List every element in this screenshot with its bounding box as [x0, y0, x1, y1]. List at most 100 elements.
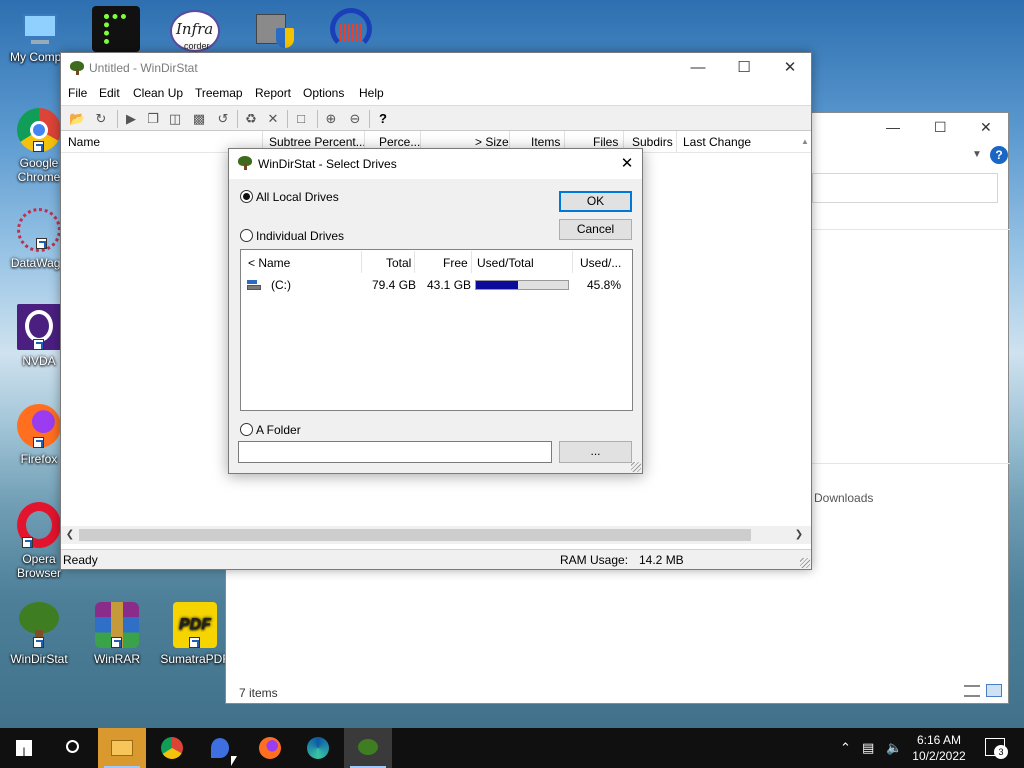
wds-titlebar[interactable]: Untitled - WinDirStat — ☐ ✕: [61, 53, 811, 83]
toolbar-separator: [117, 110, 118, 128]
start-button[interactable]: [0, 728, 48, 768]
explorer-search-box[interactable]: [812, 173, 998, 203]
menu-help[interactable]: Help: [359, 86, 384, 100]
windirstat-tree-icon: [358, 739, 378, 755]
col-last-change[interactable]: Last Change: [683, 135, 751, 149]
speaker-icon[interactable]: 🔈: [886, 740, 902, 756]
refresh-selected-icon[interactable]: ↺: [215, 111, 231, 127]
explorer-maximize-button[interactable]: ☐: [934, 119, 947, 136]
col-files[interactable]: Files: [593, 135, 618, 149]
taskbar-firefox[interactable]: [246, 728, 294, 768]
radio-individual-drives[interactable]: [240, 229, 253, 242]
wds-toolbar: 📂 ↻ ▶ ❐ ◫ ▩ ↺ ♻ ✕ □ ⊕ ⊖ ?: [61, 105, 811, 131]
large-icons-view-icon[interactable]: [986, 684, 1002, 697]
help-question-icon[interactable]: ?: [375, 111, 391, 127]
delete-icon[interactable]: ✕: [265, 111, 281, 127]
col-size[interactable]: > Size: [475, 135, 509, 149]
chevron-down-icon[interactable]: ▼: [972, 149, 982, 160]
scroll-thumb[interactable]: [79, 529, 751, 541]
network-icon[interactable]: ▤: [862, 740, 874, 756]
toolbar-separator: [369, 110, 370, 128]
menu-report[interactable]: Report: [255, 86, 291, 100]
label-all-local-drives[interactable]: All Local Drives: [256, 190, 339, 204]
scroll-left-icon[interactable]: ❮: [62, 527, 78, 543]
help-icon[interactable]: ?: [990, 146, 1008, 164]
desktop-icon-installer[interactable]: [252, 6, 298, 52]
select-drives-dialog[interactable]: WinDirStat - Select Drives ✕ All Local D…: [228, 148, 643, 474]
hard-drive-icon: [247, 280, 261, 290]
desktop-icon-winrar[interactable]: WinRAR: [78, 602, 156, 666]
chrome-icon: [161, 737, 183, 759]
scroll-right-icon[interactable]: ❯: [791, 527, 807, 543]
desktop-icon-infrarecorder[interactable]: Infra corder: [170, 10, 220, 52]
menu-file[interactable]: File: [68, 86, 87, 100]
taskbar-windirstat[interactable]: [344, 728, 392, 768]
taskbar-file-explorer[interactable]: [98, 728, 146, 768]
ok-button[interactable]: OK: [559, 191, 632, 212]
col-subdirs[interactable]: Subdirs: [632, 135, 673, 149]
radio-a-folder[interactable]: [240, 423, 253, 436]
menu-options[interactable]: Options: [303, 86, 344, 100]
copy-icon[interactable]: ❐: [145, 111, 161, 127]
chevron-up-icon[interactable]: ⌃: [840, 740, 851, 756]
resize-grip-icon[interactable]: [800, 558, 810, 568]
details-view-icon[interactable]: [964, 685, 980, 697]
zoom-in-icon[interactable]: ⊕: [323, 111, 339, 127]
chevron-up-icon: ▲: [801, 137, 809, 146]
col-percent[interactable]: Perce...: [379, 135, 420, 149]
command-prompt-icon[interactable]: ▩: [191, 111, 207, 127]
refresh-all-icon[interactable]: ↻: [93, 111, 109, 127]
dialog-close-button[interactable]: ✕: [612, 149, 642, 179]
drive-col-used-pct[interactable]: Used/...: [580, 256, 621, 270]
drive-row[interactable]: (C:) 79.4 GB 43.1 GB 45.8%: [241, 276, 632, 294]
menu-treemap[interactable]: Treemap: [195, 86, 243, 100]
desktop-label-datawago: DataWago: [10, 256, 68, 270]
dialog-titlebar[interactable]: WinDirStat - Select Drives ✕: [229, 149, 642, 179]
desktop-label-firefox: Firefox: [20, 452, 58, 466]
drive-col-total[interactable]: Total: [386, 256, 411, 270]
folder-path-input[interactable]: [238, 441, 552, 463]
drive-list-header: < Name Total Free Used/Total Used/...: [241, 250, 632, 274]
explorer-here-icon[interactable]: ◫: [167, 111, 183, 127]
drive-col-free[interactable]: Free: [443, 256, 468, 270]
taskbar-chrome[interactable]: [148, 728, 196, 768]
search-button[interactable]: [48, 728, 96, 768]
col-items[interactable]: Items: [531, 135, 560, 149]
label-a-folder[interactable]: A Folder: [256, 423, 301, 437]
wds-minimize-button[interactable]: —: [675, 53, 721, 83]
recorder-text: corder: [184, 41, 210, 51]
taskbar-clock[interactable]: 6:16 AM 10/2/2022: [909, 732, 969, 764]
desktop-icon-audacity[interactable]: [326, 8, 376, 52]
wds-horizontal-scrollbar[interactable]: ❮ ❯: [61, 526, 811, 544]
wds-maximize-button[interactable]: ☐: [721, 53, 767, 83]
cancel-button[interactable]: Cancel: [559, 219, 632, 240]
audacity-wave-icon: [340, 24, 362, 42]
desktop-label-windirstat: WinDirStat: [10, 652, 68, 666]
desktop-icon-windirstat[interactable]: WinDirStat: [0, 602, 78, 666]
drive-col-used-total[interactable]: Used/Total: [477, 256, 534, 270]
play-icon[interactable]: ▶: [123, 111, 139, 127]
radio-all-local-drives[interactable]: [240, 190, 253, 203]
label-individual-drives[interactable]: Individual Drives: [256, 229, 344, 243]
menu-clean-up[interactable]: Clean Up: [133, 86, 183, 100]
drive-list[interactable]: < Name Total Free Used/Total Used/... (C…: [240, 249, 633, 411]
explorer-downloads-item[interactable]: Downloads: [814, 491, 873, 505]
browse-button[interactable]: ...: [559, 441, 632, 463]
taskbar-edge[interactable]: [294, 728, 342, 768]
wds-close-button[interactable]: ✕: [767, 53, 813, 83]
desktop-label-chrome: Google Chrome: [17, 156, 61, 184]
recycle-bin-icon[interactable]: ♻: [243, 111, 259, 127]
explorer-close-button[interactable]: ✕: [980, 119, 992, 136]
drive-col-name[interactable]: < Name: [248, 256, 290, 270]
resize-grip-icon[interactable]: [631, 462, 641, 472]
desktop-icon-sumatrapdf[interactable]: PDF SumatraPDF: [156, 602, 234, 666]
open-folder-icon[interactable]: 📂: [69, 111, 85, 127]
col-subtree-percent[interactable]: Subtree Percent...: [269, 135, 366, 149]
desktop-icon-green-app[interactable]: [92, 6, 140, 52]
explorer-minimize-button[interactable]: —: [886, 119, 900, 135]
zoom-out-icon[interactable]: ⊖: [347, 111, 363, 127]
winrar-icon: [95, 602, 139, 648]
new-folder-icon[interactable]: □: [293, 111, 309, 127]
col-name[interactable]: Name: [68, 135, 100, 149]
menu-edit[interactable]: Edit: [99, 86, 120, 100]
